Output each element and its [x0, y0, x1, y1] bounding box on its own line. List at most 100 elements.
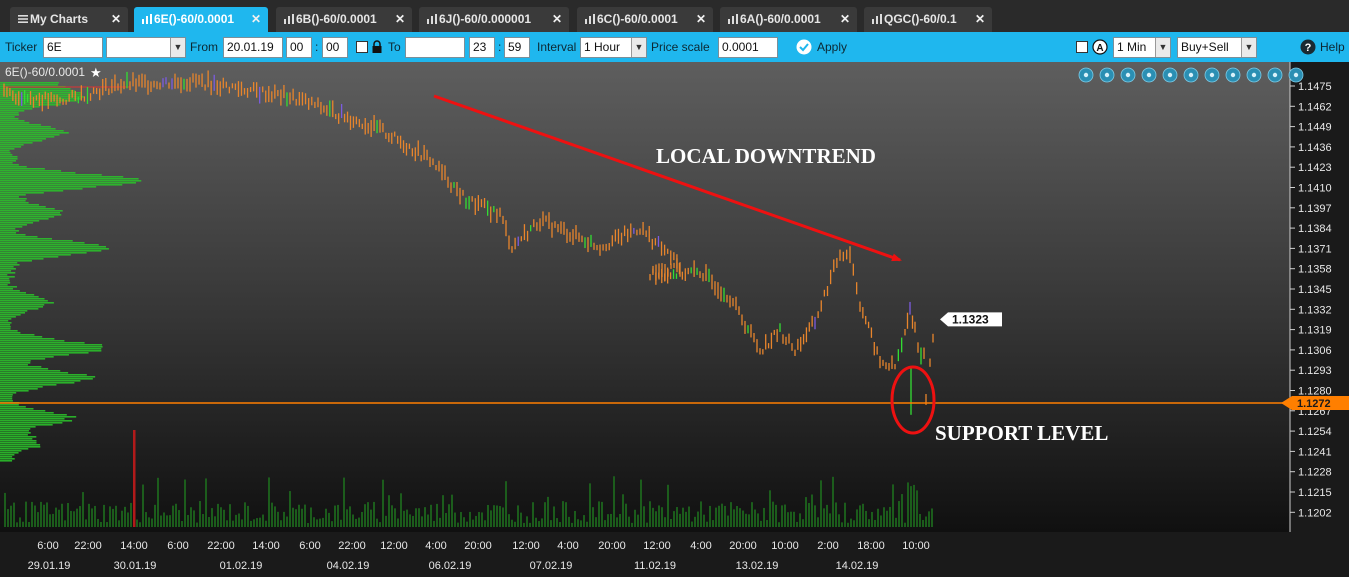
price-chart[interactable]: 1.1475 1.1462 1.1449 1.1436 1.1423 1.1410 1.13…	[0, 62, 1349, 577]
volume-bar	[262, 514, 264, 527]
interval-select[interactable]: 1 Hour ▼	[580, 37, 647, 58]
close-icon[interactable]: ✕	[696, 7, 706, 32]
close-icon[interactable]: ✕	[395, 7, 405, 32]
profile-bar	[0, 206, 46, 208]
close-icon[interactable]: ✕	[975, 7, 985, 32]
volume-bar	[523, 522, 525, 527]
volume-bar	[238, 513, 240, 527]
volume-bar	[865, 510, 867, 527]
tab-6e[interactable]: 6E()-60/0.0001 ✕	[134, 7, 268, 32]
profile-bar	[0, 376, 96, 378]
auto-icon[interactable]: A	[1092, 39, 1108, 55]
volume-bar	[193, 510, 195, 527]
volume-bar	[757, 513, 759, 527]
settings-icon[interactable]	[1225, 67, 1241, 83]
tab-6c[interactable]: 6C()-60/0.0001 ✕	[577, 7, 713, 32]
downtrend-annotation: LOCAL DOWNTREND	[656, 144, 876, 168]
volume-bar	[922, 519, 924, 527]
volume-bar	[499, 506, 501, 527]
profile-bar	[0, 320, 9, 322]
volume-bar	[814, 505, 816, 527]
to-minute-input[interactable]: 59	[504, 37, 530, 58]
to-enable-checkbox[interactable]	[356, 41, 368, 53]
zoom-in-icon[interactable]	[1099, 67, 1115, 83]
tab-6j[interactable]: 6J()-60/0.000001 ✕	[419, 7, 569, 32]
move-icon[interactable]	[1078, 67, 1094, 83]
volume-bar	[796, 521, 798, 527]
profile-bar	[0, 258, 44, 260]
volume-bar	[406, 509, 408, 527]
close-icon[interactable]: ✕	[111, 7, 121, 32]
profile-bar	[0, 140, 43, 142]
time-tick-label: 18:00	[857, 540, 885, 552]
volume-bar	[124, 506, 126, 527]
tab-6b[interactable]: 6B()-60/0.0001 ✕	[276, 7, 412, 32]
help-icon[interactable]: ?	[1300, 39, 1316, 55]
profile-bar	[0, 352, 89, 354]
chart-area[interactable]: 1.1475 1.1462 1.1449 1.1436 1.1423 1.1410 1.13…	[0, 62, 1349, 577]
volume-bar	[331, 521, 333, 527]
support-annotation: SUPPORT LEVEL	[935, 421, 1108, 445]
help-button[interactable]: Help	[1320, 32, 1345, 62]
volume-bar	[244, 502, 246, 527]
from-date-input[interactable]: 20.01.19	[223, 37, 283, 58]
from-minute-input[interactable]: 00	[322, 37, 348, 58]
profile-bar	[0, 238, 52, 240]
volume-bar	[661, 507, 663, 527]
time-tick-label: 20:00	[464, 540, 492, 552]
refresh-icon[interactable]	[1204, 67, 1220, 83]
chevron-down-icon[interactable]	[1288, 67, 1304, 83]
pencil-icon[interactable]	[1183, 67, 1199, 83]
timeframe-select[interactable]: 1 Min ▼	[1113, 37, 1171, 58]
chart-toolbar: Ticker 6E ▼ From 20.01.19 00 : 00 To 23 …	[0, 32, 1349, 62]
columns-icon[interactable]	[1162, 67, 1178, 83]
volume-bar	[136, 519, 138, 527]
profile-bar	[0, 336, 43, 338]
star-icon[interactable]: ★	[90, 66, 102, 81]
fullscreen-icon[interactable]	[1246, 67, 1262, 83]
volume-bar	[445, 513, 447, 527]
from-hour-input[interactable]: 00	[286, 37, 312, 58]
profile-bar	[0, 284, 8, 286]
tab-6a[interactable]: 6A()-60/0.0001 ✕	[720, 7, 857, 32]
close-icon[interactable]: ✕	[552, 7, 562, 32]
close-icon[interactable]: ✕	[251, 7, 261, 32]
tab-label: 6E()-60/0.0001	[154, 12, 235, 26]
profile-bar	[0, 318, 12, 320]
profile-bar	[0, 266, 14, 268]
profile-bar	[0, 394, 13, 396]
profile-bar	[0, 348, 102, 350]
check-circle-icon[interactable]	[796, 39, 812, 55]
volume-bar	[322, 517, 324, 527]
close-icon[interactable]: ✕	[840, 7, 850, 32]
profile-bar	[0, 134, 60, 136]
volume-bar	[166, 515, 168, 527]
side-select[interactable]: Buy+Sell ▼	[1177, 37, 1257, 58]
volume-bar	[562, 501, 564, 527]
price-scale-input[interactable]: 0.0001	[718, 37, 778, 58]
tab-qgc[interactable]: QGC()-60/0.1 ✕	[864, 7, 992, 32]
volume-bar	[625, 503, 627, 527]
close-icon[interactable]	[1267, 67, 1283, 83]
volume-bar	[343, 477, 345, 527]
zoom-out-icon[interactable]	[1120, 67, 1136, 83]
profile-bar	[0, 308, 39, 310]
volume-bar	[751, 502, 753, 527]
ticker-input[interactable]: 6E	[43, 37, 103, 58]
to-hour-input[interactable]: 23	[469, 37, 495, 58]
lock-icon[interactable]	[371, 40, 383, 54]
tab-my-charts[interactable]: My Charts ✕	[10, 7, 128, 32]
grid-icon[interactable]	[1141, 67, 1157, 83]
volume-bar	[427, 514, 429, 527]
to-date-input[interactable]	[405, 37, 465, 58]
volume-bar	[409, 514, 411, 527]
volume-bar	[250, 520, 252, 527]
auto-checkbox[interactable]	[1076, 41, 1088, 53]
icon-glyph	[1083, 72, 1089, 78]
volume-bar	[451, 494, 453, 527]
price-tick-label: 1.1319	[1298, 325, 1332, 337]
apply-button[interactable]: Apply	[817, 32, 847, 62]
profile-bar	[0, 156, 18, 158]
ticker-dropdown[interactable]: ▼	[106, 37, 186, 58]
profile-bar	[0, 170, 62, 172]
